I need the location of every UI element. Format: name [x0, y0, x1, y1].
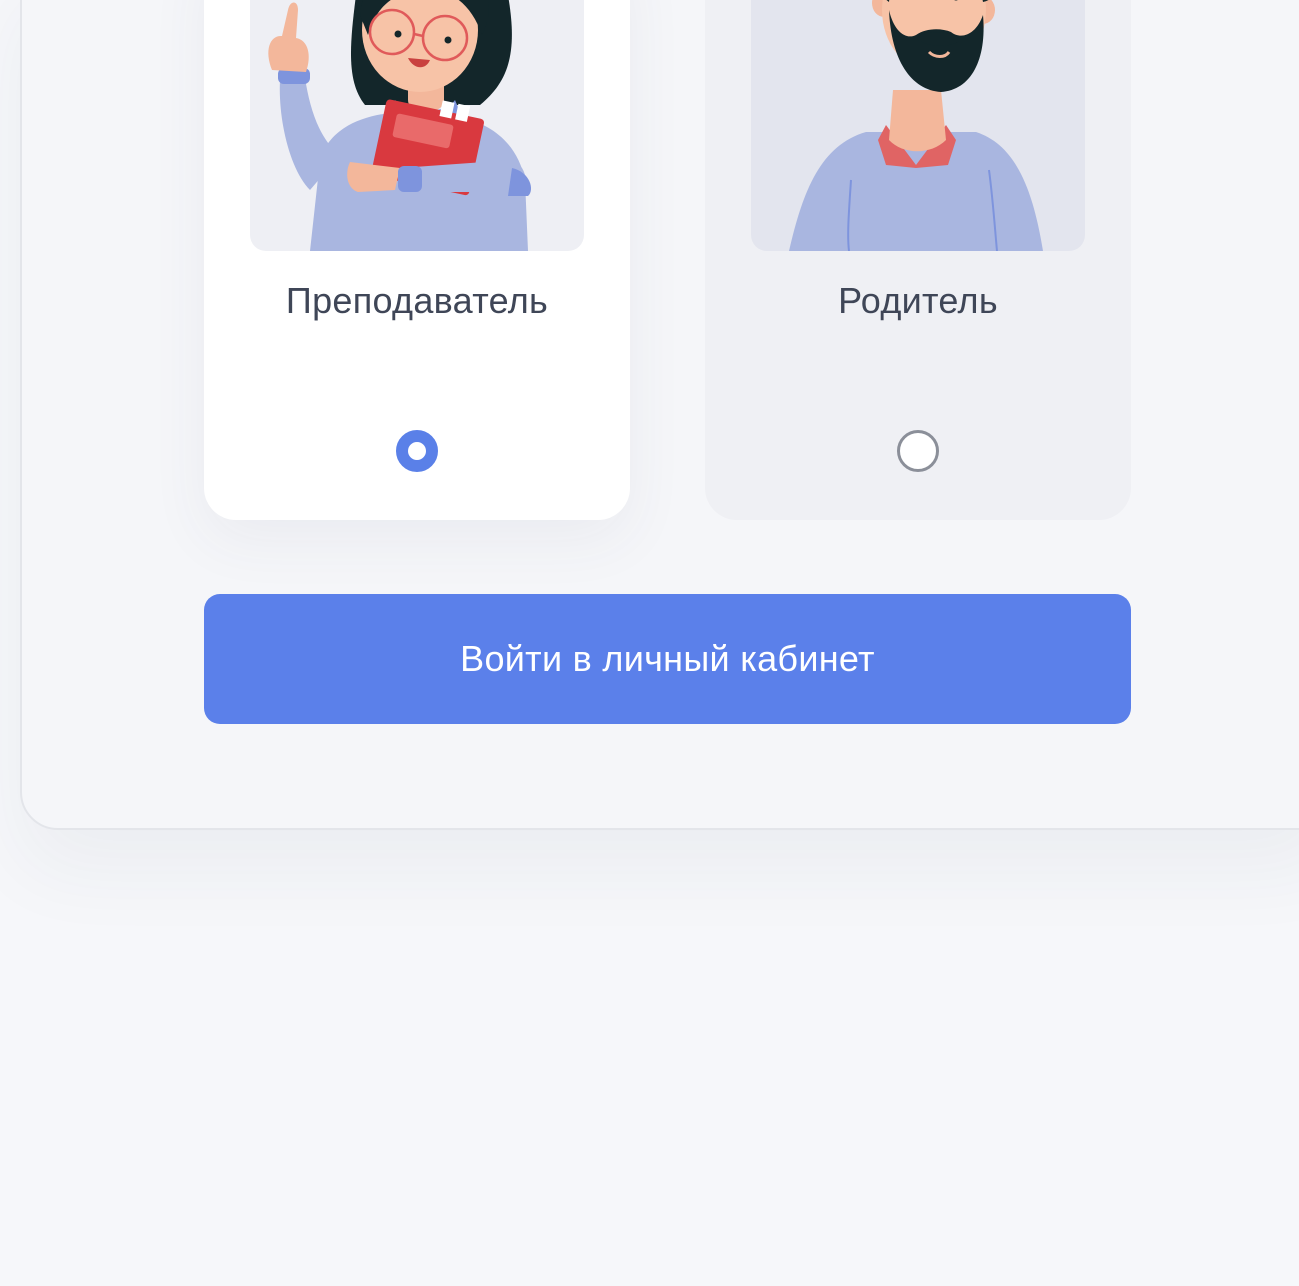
radio-parent[interactable] [897, 430, 939, 472]
teacher-avatar-icon [268, 0, 532, 251]
role-card-teacher[interactable]: Преподаватель [204, 0, 630, 520]
role-label-teacher: Преподаватель [285, 280, 549, 321]
radio-teacher[interactable] [396, 430, 438, 472]
role-card-parent[interactable]: Родитель [705, 0, 1131, 520]
login-page: Преподаватель Родитель Войти в личный ка… [0, 0, 1299, 1286]
parent-avatar-icon [789, 0, 1043, 251]
parent-illustration [751, 0, 1085, 251]
role-label-parent: Родитель [838, 280, 998, 321]
login-button[interactable]: Войти в личный кабинет [204, 594, 1131, 724]
teacher-illustration [250, 0, 584, 251]
